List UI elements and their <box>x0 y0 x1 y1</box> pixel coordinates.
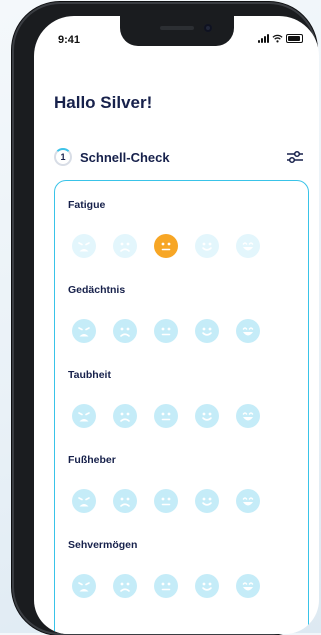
notch <box>120 16 234 46</box>
phone-frame: 9:41 Hallo Silver! 1 Schnell-Check Fatig… <box>12 2 319 635</box>
rating-option-1[interactable] <box>72 574 96 598</box>
sad-face-icon <box>113 234 137 258</box>
rating-option-3[interactable] <box>154 319 178 343</box>
step-progress-badge: 1 <box>54 148 72 166</box>
camera <box>204 24 212 32</box>
rating-label: Fußheber <box>68 454 116 466</box>
very-sad-face-icon <box>72 234 96 258</box>
rating-label: Gedächtnis <box>68 284 126 296</box>
rating-option-4[interactable] <box>195 489 219 513</box>
rating-option-4[interactable] <box>195 404 219 428</box>
very-happy-face-icon <box>236 489 260 513</box>
very-sad-face-icon <box>72 404 96 428</box>
neutral-face-icon <box>154 234 178 258</box>
rating-option-4[interactable] <box>195 234 219 258</box>
very-sad-face-icon <box>72 574 96 598</box>
very-happy-face-icon <box>236 574 260 598</box>
quick-check-header: 1 Schnell-Check <box>54 146 304 168</box>
rating-label: Fatigue <box>68 199 106 211</box>
rating-option-3[interactable] <box>154 489 178 513</box>
rating-option-3[interactable] <box>154 404 178 428</box>
rating-option-1[interactable] <box>72 489 96 513</box>
rating-label: Sehvermögen <box>68 539 138 551</box>
very-sad-face-icon <box>72 319 96 343</box>
rating-option-1[interactable] <box>72 319 96 343</box>
rating-option-5[interactable] <box>236 489 260 513</box>
sliders-icon <box>287 150 303 164</box>
rating-option-2[interactable] <box>113 234 137 258</box>
very-happy-face-icon <box>236 234 260 258</box>
signal-icon <box>258 34 269 43</box>
rating-option-4[interactable] <box>195 574 219 598</box>
rating-option-2[interactable] <box>113 489 137 513</box>
neutral-face-icon <box>154 319 178 343</box>
sad-face-icon <box>113 574 137 598</box>
app-screen: 9:41 Hallo Silver! 1 Schnell-Check Fatig… <box>34 16 319 634</box>
rating-option-5[interactable] <box>236 319 260 343</box>
rating-option-3[interactable] <box>154 234 178 258</box>
happy-face-icon <box>195 319 219 343</box>
sad-face-icon <box>113 404 137 428</box>
rating-label: Taubheit <box>68 369 111 381</box>
sad-face-icon <box>113 489 137 513</box>
status-time: 9:41 <box>58 34 81 46</box>
happy-face-icon <box>195 574 219 598</box>
rating-option-5[interactable] <box>236 404 260 428</box>
rating-option-1[interactable] <box>72 404 96 428</box>
rating-option-1[interactable] <box>72 234 96 258</box>
rating-option-2[interactable] <box>113 574 137 598</box>
quick-check-card: Fatigue Gedächtnis Taubheit Fußheber Sehverm… <box>54 180 309 634</box>
neutral-face-icon <box>154 574 178 598</box>
happy-face-icon <box>195 404 219 428</box>
rating-option-2[interactable] <box>113 319 137 343</box>
sad-face-icon <box>113 319 137 343</box>
very-happy-face-icon <box>236 319 260 343</box>
greeting-title: Hallo Silver! <box>54 93 153 112</box>
wifi-icon <box>272 34 283 43</box>
rating-option-2[interactable] <box>113 404 137 428</box>
speaker <box>160 26 194 30</box>
happy-face-icon <box>195 489 219 513</box>
very-sad-face-icon <box>72 489 96 513</box>
rating-option-5[interactable] <box>236 574 260 598</box>
status-icons <box>258 34 303 43</box>
happy-face-icon <box>195 234 219 258</box>
very-happy-face-icon <box>236 404 260 428</box>
neutral-face-icon <box>154 489 178 513</box>
neutral-face-icon <box>154 404 178 428</box>
rating-option-3[interactable] <box>154 574 178 598</box>
rating-option-5[interactable] <box>236 234 260 258</box>
battery-icon <box>286 34 303 43</box>
filter-button[interactable] <box>286 148 304 166</box>
section-title: Schnell-Check <box>80 149 170 165</box>
rating-option-4[interactable] <box>195 319 219 343</box>
